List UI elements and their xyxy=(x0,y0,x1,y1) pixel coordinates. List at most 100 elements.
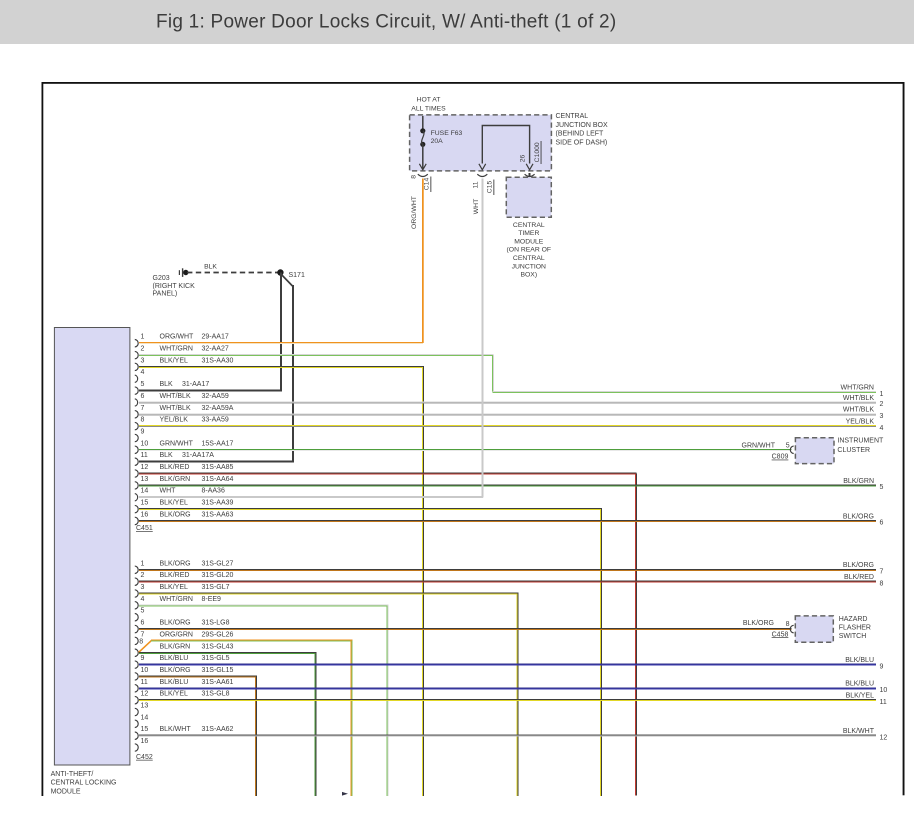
svg-text:4: 4 xyxy=(141,369,145,376)
svg-text:MODULE: MODULE xyxy=(514,238,544,245)
svg-text:(RIGHT KICK: (RIGHT KICK xyxy=(153,283,196,290)
svg-text:BLK/WHT: BLK/WHT xyxy=(843,728,875,735)
svg-text:8-AA36: 8-AA36 xyxy=(202,488,225,495)
svg-text:31S-LG8: 31S-LG8 xyxy=(202,620,230,627)
svg-text:CENTRAL: CENTRAL xyxy=(513,222,545,229)
svg-text:3: 3 xyxy=(141,357,145,364)
svg-text:BLK/RED: BLK/RED xyxy=(160,464,190,471)
svg-text:TIMER: TIMER xyxy=(518,230,539,237)
svg-text:4: 4 xyxy=(141,596,145,603)
svg-text:JUNCTION: JUNCTION xyxy=(512,263,546,270)
svg-text:15: 15 xyxy=(141,500,149,507)
svg-text:5: 5 xyxy=(141,381,145,388)
svg-text:CENTRAL: CENTRAL xyxy=(513,255,545,262)
svg-text:WHT/BLK: WHT/BLK xyxy=(160,393,191,400)
svg-text:2: 2 xyxy=(880,401,884,408)
svg-text:12: 12 xyxy=(141,464,149,471)
svg-text:Fig 1: Power Door Locks Circui: Fig 1: Power Door Locks Circuit, W/ Anti… xyxy=(156,12,616,33)
svg-text:BLK/GRN: BLK/GRN xyxy=(843,478,874,485)
svg-text:11: 11 xyxy=(473,181,480,188)
svg-text:(BEHIND LEFT: (BEHIND LEFT xyxy=(556,131,605,138)
svg-text:31S-AA61: 31S-AA61 xyxy=(202,679,234,686)
svg-text:33-AA59: 33-AA59 xyxy=(202,417,229,424)
svg-text:ORG/GRN: ORG/GRN xyxy=(160,631,193,638)
svg-text:WHT/GRN: WHT/GRN xyxy=(160,346,193,353)
svg-text:CLUSTER: CLUSTER xyxy=(837,447,870,454)
svg-text:BLK/BLU: BLK/BLU xyxy=(845,657,874,664)
svg-text:BLK/YEL: BLK/YEL xyxy=(160,500,189,507)
svg-text:BLK: BLK xyxy=(160,381,174,388)
svg-text:29-AA17: 29-AA17 xyxy=(202,334,229,341)
svg-text:9: 9 xyxy=(880,663,884,670)
svg-text:5: 5 xyxy=(141,608,145,615)
svg-text:GRN/WHT: GRN/WHT xyxy=(160,440,194,447)
svg-text:WHT/GRN: WHT/GRN xyxy=(160,596,193,603)
svg-text:BLK/BLU: BLK/BLU xyxy=(160,679,189,686)
svg-text:14: 14 xyxy=(141,488,149,495)
svg-text:JUNCTION BOX: JUNCTION BOX xyxy=(556,122,608,129)
svg-text:1: 1 xyxy=(880,391,884,398)
svg-text:9: 9 xyxy=(141,655,145,662)
svg-text:BLK/RED: BLK/RED xyxy=(844,574,874,581)
svg-text:31S-AA64: 31S-AA64 xyxy=(202,476,234,483)
svg-text:WHT: WHT xyxy=(160,488,177,495)
svg-text:13: 13 xyxy=(141,703,149,710)
svg-text:C14: C14 xyxy=(424,178,431,191)
svg-text:BLK: BLK xyxy=(204,263,217,270)
svg-text:31S-GL7: 31S-GL7 xyxy=(202,584,230,591)
svg-text:1: 1 xyxy=(141,334,145,341)
svg-text:(ON REAR OF: (ON REAR OF xyxy=(507,247,552,254)
svg-text:BLK/GRN: BLK/GRN xyxy=(160,476,191,483)
svg-text:31-AA17: 31-AA17 xyxy=(182,381,209,388)
svg-text:31S-GL8: 31S-GL8 xyxy=(202,691,230,698)
svg-text:2: 2 xyxy=(141,346,145,353)
svg-text:C1000: C1000 xyxy=(534,142,541,162)
svg-text:31S-GL5: 31S-GL5 xyxy=(202,655,230,662)
svg-text:INSTRUMENT: INSTRUMENT xyxy=(837,438,884,445)
svg-text:C809: C809 xyxy=(772,454,789,461)
svg-text:BLK: BLK xyxy=(160,452,174,459)
svg-text:13: 13 xyxy=(141,476,149,483)
svg-text:8: 8 xyxy=(411,175,418,179)
svg-text:7: 7 xyxy=(880,569,884,576)
svg-text:WHT/GRN: WHT/GRN xyxy=(841,384,874,391)
svg-text:MODULE: MODULE xyxy=(51,789,81,796)
svg-text:ORG/WHT: ORG/WHT xyxy=(160,334,195,341)
svg-text:16: 16 xyxy=(141,738,149,745)
svg-text:8: 8 xyxy=(141,417,145,424)
svg-text:6: 6 xyxy=(880,520,884,527)
svg-text:5: 5 xyxy=(880,484,884,491)
svg-text:32-AA59: 32-AA59 xyxy=(202,393,229,400)
svg-text:C452: C452 xyxy=(136,754,153,761)
svg-text:11: 11 xyxy=(141,452,148,459)
svg-text:FLASHER: FLASHER xyxy=(839,624,871,631)
svg-text:BLK/BLU: BLK/BLU xyxy=(845,681,874,688)
svg-text:31-AA17A: 31-AA17A xyxy=(182,452,214,459)
svg-text:10: 10 xyxy=(141,667,149,674)
svg-text:WHT/BLK: WHT/BLK xyxy=(843,395,874,402)
svg-text:BLK/YEL: BLK/YEL xyxy=(160,691,189,698)
svg-text:11: 11 xyxy=(141,679,148,686)
svg-text:BLK/RED: BLK/RED xyxy=(160,572,190,579)
svg-text:6: 6 xyxy=(141,393,145,400)
svg-text:YEL/BLK: YEL/BLK xyxy=(846,419,875,426)
svg-text:ORG/WHT: ORG/WHT xyxy=(411,196,418,229)
svg-text:BLK/ORG: BLK/ORG xyxy=(743,620,774,627)
svg-text:10: 10 xyxy=(141,440,149,447)
svg-text:31S-GL20: 31S-GL20 xyxy=(202,572,234,579)
svg-text:BLK/YEL: BLK/YEL xyxy=(846,693,875,700)
svg-text:8: 8 xyxy=(786,621,790,628)
svg-text:8: 8 xyxy=(139,639,143,646)
svg-text:3: 3 xyxy=(141,584,145,591)
svg-text:BLK/ORG: BLK/ORG xyxy=(160,511,191,518)
svg-text:PANEL): PANEL) xyxy=(153,290,178,297)
svg-text:WHT: WHT xyxy=(473,199,480,214)
svg-text:12: 12 xyxy=(141,691,149,698)
svg-text:31S-GL43: 31S-GL43 xyxy=(202,643,234,650)
svg-text:29S-GL26: 29S-GL26 xyxy=(202,631,234,638)
svg-text:BLK/GRN: BLK/GRN xyxy=(160,643,191,650)
svg-text:2: 2 xyxy=(141,572,145,579)
svg-text:ALL TIMES: ALL TIMES xyxy=(411,105,446,112)
svg-text:S171: S171 xyxy=(289,272,305,279)
svg-text:7: 7 xyxy=(141,405,145,412)
